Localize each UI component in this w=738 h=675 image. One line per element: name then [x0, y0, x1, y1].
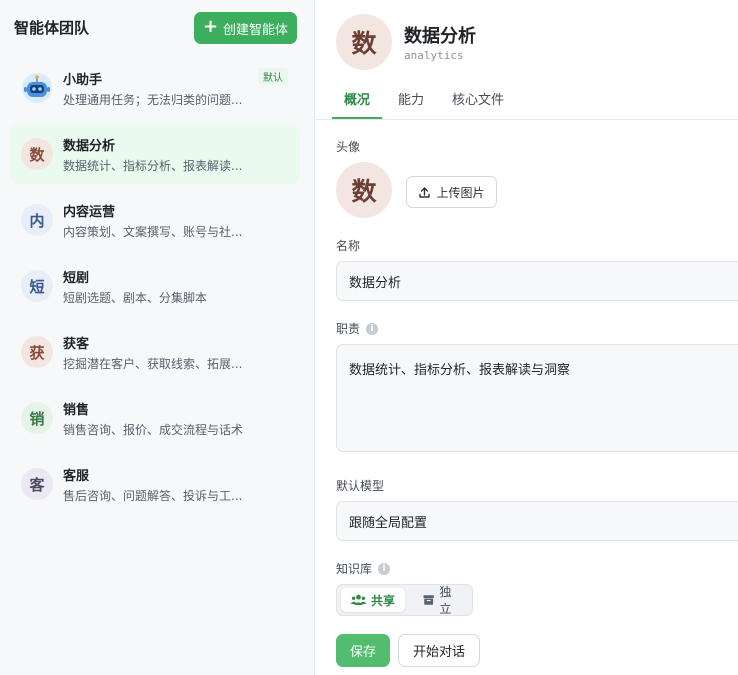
name-value: 数据分析: [349, 275, 402, 291]
avatar-label: 头像: [336, 138, 360, 155]
plus-icon: +: [202, 16, 219, 37]
tab-core-files[interactable]: 核心文件: [452, 89, 504, 108]
agent-desc: 售后咨询、问题解答、投诉与工...: [63, 489, 243, 503]
agent-item-assistant[interactable]: 小助手 处理通用任务；无法归类的问题... 默认: [10, 58, 300, 118]
tab-capabilities[interactable]: 能力: [398, 89, 424, 108]
agent-item-acquisition[interactable]: 获 获客 挖掘潜在客户、获取线索、拓展...: [10, 322, 300, 382]
agent-item-short-drama[interactable]: 短 短剧 短剧选题、剧本、分集脚本: [10, 256, 300, 316]
agent-avatar: 销: [21, 402, 53, 434]
users-icon: [351, 594, 366, 605]
model-label: 默认模型: [336, 477, 384, 494]
agent-desc: 销售咨询、报价、成交流程与话术: [63, 423, 244, 437]
agent-desc: 处理通用任务；无法归类的问题...: [63, 93, 243, 107]
duty-value: 数据统计、指标分析、报表解读与洞察: [349, 363, 571, 378]
agent-avatar: 获: [21, 336, 53, 368]
kb-shared-option[interactable]: 共享: [341, 588, 406, 612]
model-select[interactable]: 跟随全局配置: [336, 501, 738, 541]
agent-item-customer-service[interactable]: 客 客服 售后咨询、问题解答、投诉与工...: [10, 454, 300, 514]
duty-textarea[interactable]: 数据统计、指标分析、报表解读与洞察: [336, 344, 738, 452]
agent-name: 小助手: [63, 73, 103, 88]
agent-desc: 内容策划、文案撰写、账号与社...: [63, 225, 243, 239]
agent-name: 获客: [63, 337, 90, 352]
save-button[interactable]: 保存: [336, 634, 390, 667]
agent-name: 短剧: [63, 271, 90, 286]
avatar-preview: 数: [336, 162, 392, 218]
active-tab-indicator: [332, 117, 382, 119]
upload-image-button[interactable]: 上传图片: [406, 176, 497, 208]
agent-id: analytics: [404, 49, 464, 62]
agent-detail-panel: 数 数据分析 analytics 概况 能力 核心文件 头像 数 上传图片 名称…: [316, 0, 738, 675]
sidebar-title: 智能体团队: [14, 19, 90, 37]
name-input[interactable]: 数据分析: [336, 261, 738, 301]
default-badge: 默认: [258, 68, 288, 85]
agent-desc: 数据统计、指标分析、报表解读...: [63, 159, 243, 173]
name-label-text: 名称: [336, 239, 361, 253]
agent-name: 客服: [63, 469, 90, 484]
agent-desc: 挖掘潜在客户、获取线索、拓展...: [63, 357, 243, 371]
info-icon: i: [378, 562, 391, 575]
agent-avatar: 客: [21, 468, 53, 500]
kb-mode-toggle: 共享 独立: [336, 584, 473, 616]
agent-item-analytics[interactable]: 数 数据分析 数据统计、指标分析、报表解读...: [10, 124, 300, 184]
page-title: 数据分析: [404, 26, 476, 47]
avatar-label-text: 头像: [336, 140, 361, 154]
agent-item-content-ops[interactable]: 内 内容运营 内容策划、文案撰写、账号与社...: [10, 190, 300, 250]
agent-name: 内容运营: [63, 205, 116, 220]
agent-item-sales[interactable]: 销 销售 销售咨询、报价、成交流程与话术: [10, 388, 300, 448]
kb-label-text: 知识库: [336, 562, 373, 576]
duty-label: 职责 i: [336, 320, 379, 337]
model-value: 跟随全局配置: [349, 515, 428, 531]
info-icon: i: [366, 322, 379, 335]
tab-bar: 概况 能力 核心文件: [316, 80, 738, 120]
kb-independent-label: 独立: [439, 585, 452, 616]
start-chat-button[interactable]: 开始对话: [398, 634, 480, 667]
model-label-text: 默认模型: [336, 479, 385, 493]
archive-icon: [423, 595, 434, 605]
agent-avatar: 内: [21, 204, 53, 236]
agent-name: 销售: [63, 403, 90, 418]
robot-avatar-icon: [21, 72, 53, 104]
kb-shared-label: 共享: [371, 593, 396, 608]
tab-overview[interactable]: 概况: [344, 89, 370, 108]
kb-independent-option[interactable]: 独立: [413, 585, 472, 616]
create-agent-label: 创建智能体: [223, 22, 289, 38]
upload-label: 上传图片: [436, 185, 485, 200]
name-label: 名称: [336, 237, 360, 254]
duty-label-text: 职责: [336, 322, 361, 336]
create-agent-button[interactable]: + 创建智能体: [194, 12, 297, 44]
kb-label: 知识库 i: [336, 560, 391, 577]
agent-avatar: 短: [21, 270, 53, 302]
agent-desc: 短剧选题、剧本、分集脚本: [63, 291, 208, 305]
upload-icon: [419, 186, 431, 198]
agent-name: 数据分析: [63, 139, 116, 154]
header-avatar: 数: [336, 14, 392, 70]
agent-sidebar: 智能体团队 + 创建智能体 小助手 处理通用任务；无法归类的问题... 默认 数…: [0, 0, 315, 675]
agent-avatar: 数: [21, 138, 53, 170]
